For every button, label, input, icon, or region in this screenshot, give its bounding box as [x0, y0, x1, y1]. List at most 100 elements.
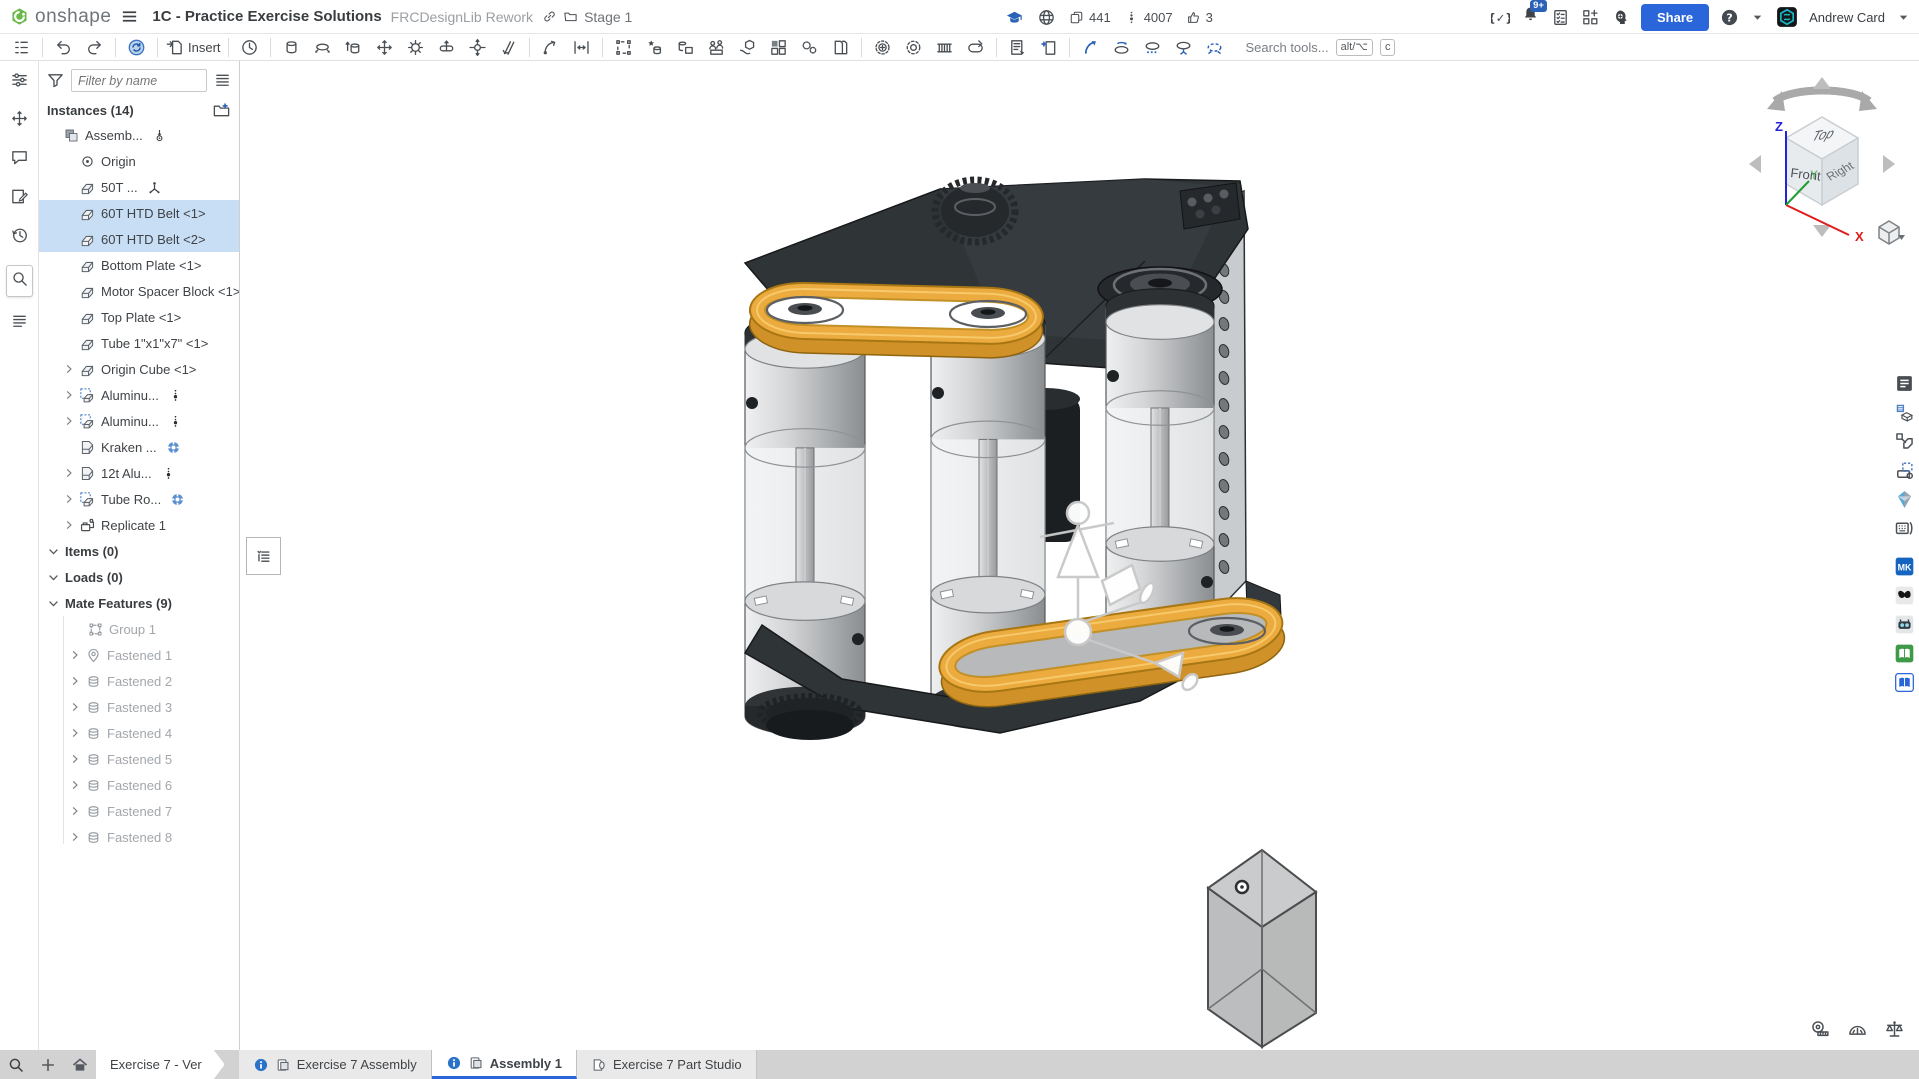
rail-comment-button[interactable] — [10, 148, 29, 172]
copies-stat[interactable]: 441 — [1069, 10, 1111, 25]
chevron-right-icon[interactable] — [67, 649, 83, 661]
tree-item[interactable]: Motor Spacer Block <1> — [39, 278, 239, 304]
mate-feature-item[interactable]: Fastened 5 — [39, 746, 239, 772]
rail-tune-button[interactable] — [10, 70, 29, 94]
share-button[interactable]: Share — [1641, 4, 1709, 31]
document-tab-exercise-7-ver[interactable]: Exercise 7 - Ver — [96, 1050, 225, 1079]
width-tool-button[interactable] — [566, 35, 597, 59]
inctx-tool-button[interactable] — [732, 35, 763, 59]
dof-icon[interactable] — [168, 388, 183, 403]
tree-item[interactable]: Aluminu... — [39, 382, 239, 408]
chevron-down-icon[interactable] — [47, 571, 60, 584]
document-tab-assembly-1[interactable]: Assembly 1 — [432, 1050, 577, 1079]
filter-funnel-icon[interactable] — [46, 71, 65, 90]
pattern-tool-button[interactable] — [763, 35, 794, 59]
versions-stat[interactable]: 4007 — [1124, 10, 1173, 25]
chevron-right-icon[interactable] — [67, 753, 83, 765]
dock-appBookB-button[interactable] — [1890, 668, 1918, 697]
pinslot-tool-button[interactable] — [431, 35, 462, 59]
revb-icon[interactable] — [166, 440, 181, 455]
rail-history-button[interactable] — [10, 226, 29, 250]
gear-tool-button[interactable] — [898, 35, 929, 59]
isometric-view-button[interactable] — [1879, 221, 1899, 244]
apps-icon[interactable] — [1581, 8, 1600, 27]
chevron-right-icon[interactable] — [61, 493, 77, 505]
add-folder-icon[interactable] — [212, 101, 231, 120]
spin-right-arrow[interactable] — [1883, 155, 1895, 173]
dock-appRobot-button[interactable] — [1890, 610, 1918, 639]
chevron-right-icon[interactable] — [67, 805, 83, 817]
chevron-right-icon[interactable] — [61, 467, 77, 479]
view2-tool-button[interactable] — [1137, 35, 1168, 59]
spin-left-arrow[interactable] — [1749, 155, 1761, 173]
rotate-arrow-top[interactable] — [1775, 91, 1869, 102]
document-tab-exercise-7-part-studio[interactable]: Exercise 7 Part Studio — [577, 1050, 757, 1079]
mate-feature-item[interactable]: Fastened 4 — [39, 720, 239, 746]
insitem-tool-button[interactable] — [1033, 35, 1064, 59]
chevron-right-icon[interactable] — [61, 519, 77, 531]
feature-scripts-icon[interactable]: {✓} — [1491, 8, 1510, 27]
search-tools[interactable]: Search tools...alt/⌥c — [1246, 39, 1396, 56]
dock-config-button[interactable] — [1890, 456, 1918, 485]
tabbar-home-button[interactable] — [64, 1050, 96, 1079]
dock-gem-button[interactable] — [1890, 485, 1918, 514]
mate-feature-item[interactable]: Fastened 7 — [39, 798, 239, 824]
document-title[interactable]: 1C - Practice Exercise Solutions — [152, 8, 381, 25]
mate-feature-item[interactable]: Group 1 — [39, 616, 239, 642]
origin-cube-part[interactable] — [1208, 850, 1316, 1047]
clock-tool-button[interactable] — [234, 35, 265, 59]
replicate-tool-button[interactable] — [701, 35, 732, 59]
snap-tool-button[interactable] — [535, 35, 566, 59]
mate-feature-item[interactable]: Fastened 6 — [39, 772, 239, 798]
mate-feature-item[interactable]: Fastened 3 — [39, 694, 239, 720]
dof-icon[interactable] — [168, 414, 183, 429]
tabbar-maglass-button[interactable] — [0, 1050, 32, 1079]
tree-item[interactable]: Assemb... — [39, 122, 239, 148]
trident-icon[interactable] — [147, 180, 162, 195]
revolute-tool-button[interactable] — [307, 35, 338, 59]
tabbar-plus-button[interactable] — [32, 1050, 64, 1079]
rail-markup-button[interactable] — [10, 187, 29, 211]
rail-structure2-button[interactable] — [10, 312, 29, 336]
chevron-right-icon[interactable] — [67, 675, 83, 687]
dock-fskbd-button[interactable] — [1890, 514, 1918, 543]
section-header[interactable]: Items (0) — [39, 538, 239, 564]
chevron-down-icon[interactable] — [47, 545, 60, 558]
spin-up-arrow[interactable] — [1813, 77, 1831, 89]
tree-item[interactable]: 50T ... — [39, 174, 239, 200]
beltr-tool-button[interactable] — [960, 35, 991, 59]
structure-tool-button[interactable] — [6, 35, 37, 59]
tree-item[interactable]: 60T HTD Belt <1> — [39, 200, 239, 226]
dock-linkpart-button[interactable] — [1890, 427, 1918, 456]
tree-item[interactable]: Aluminu... — [39, 408, 239, 434]
view-cube[interactable]: Top Front Right Z X Y — [1737, 69, 1907, 259]
chevron-right-icon[interactable] — [67, 727, 83, 739]
main-menu-icon[interactable] — [120, 7, 139, 26]
dock-appMK-button[interactable]: MK — [1890, 552, 1918, 581]
dock-appBookG-button[interactable] — [1890, 639, 1918, 668]
mconnector-tool-button[interactable] — [639, 35, 670, 59]
chevron-right-icon[interactable] — [67, 831, 83, 843]
gearplus-tool-button[interactable] — [867, 35, 898, 59]
tape-tool-icon[interactable] — [1810, 1019, 1831, 1040]
chevron-right-icon[interactable] — [61, 415, 77, 427]
mate-feature-item[interactable]: Fastened 1 — [39, 642, 239, 668]
sync-tool-button[interactable] — [121, 35, 152, 59]
mate-feature-item[interactable]: Fastened 2 — [39, 668, 239, 694]
tree-item[interactable]: 12t Alu... — [39, 460, 239, 486]
dock-appBfly-button[interactable] — [1890, 581, 1918, 610]
scale-tool-icon[interactable] — [1884, 1019, 1905, 1040]
anchor-icon[interactable] — [152, 128, 167, 143]
section-header[interactable]: Mate Features (9) — [39, 590, 239, 616]
section-header[interactable]: Loads (0) — [39, 564, 239, 590]
panel-list-icon[interactable] — [213, 71, 232, 90]
tree-item[interactable]: Bottom Plate <1> — [39, 252, 239, 278]
parallel-tool-button[interactable] — [493, 35, 524, 59]
notifications-button[interactable]: 9+ — [1521, 5, 1540, 29]
mate-tool-button[interactable] — [276, 35, 307, 59]
explode-tool-button[interactable] — [1075, 35, 1106, 59]
insert-button[interactable]: Insert — [163, 35, 223, 59]
chevron-right-icon[interactable] — [67, 701, 83, 713]
mate-feature-item[interactable]: Fastened 8 — [39, 824, 239, 850]
group-tool-button[interactable] — [608, 35, 639, 59]
